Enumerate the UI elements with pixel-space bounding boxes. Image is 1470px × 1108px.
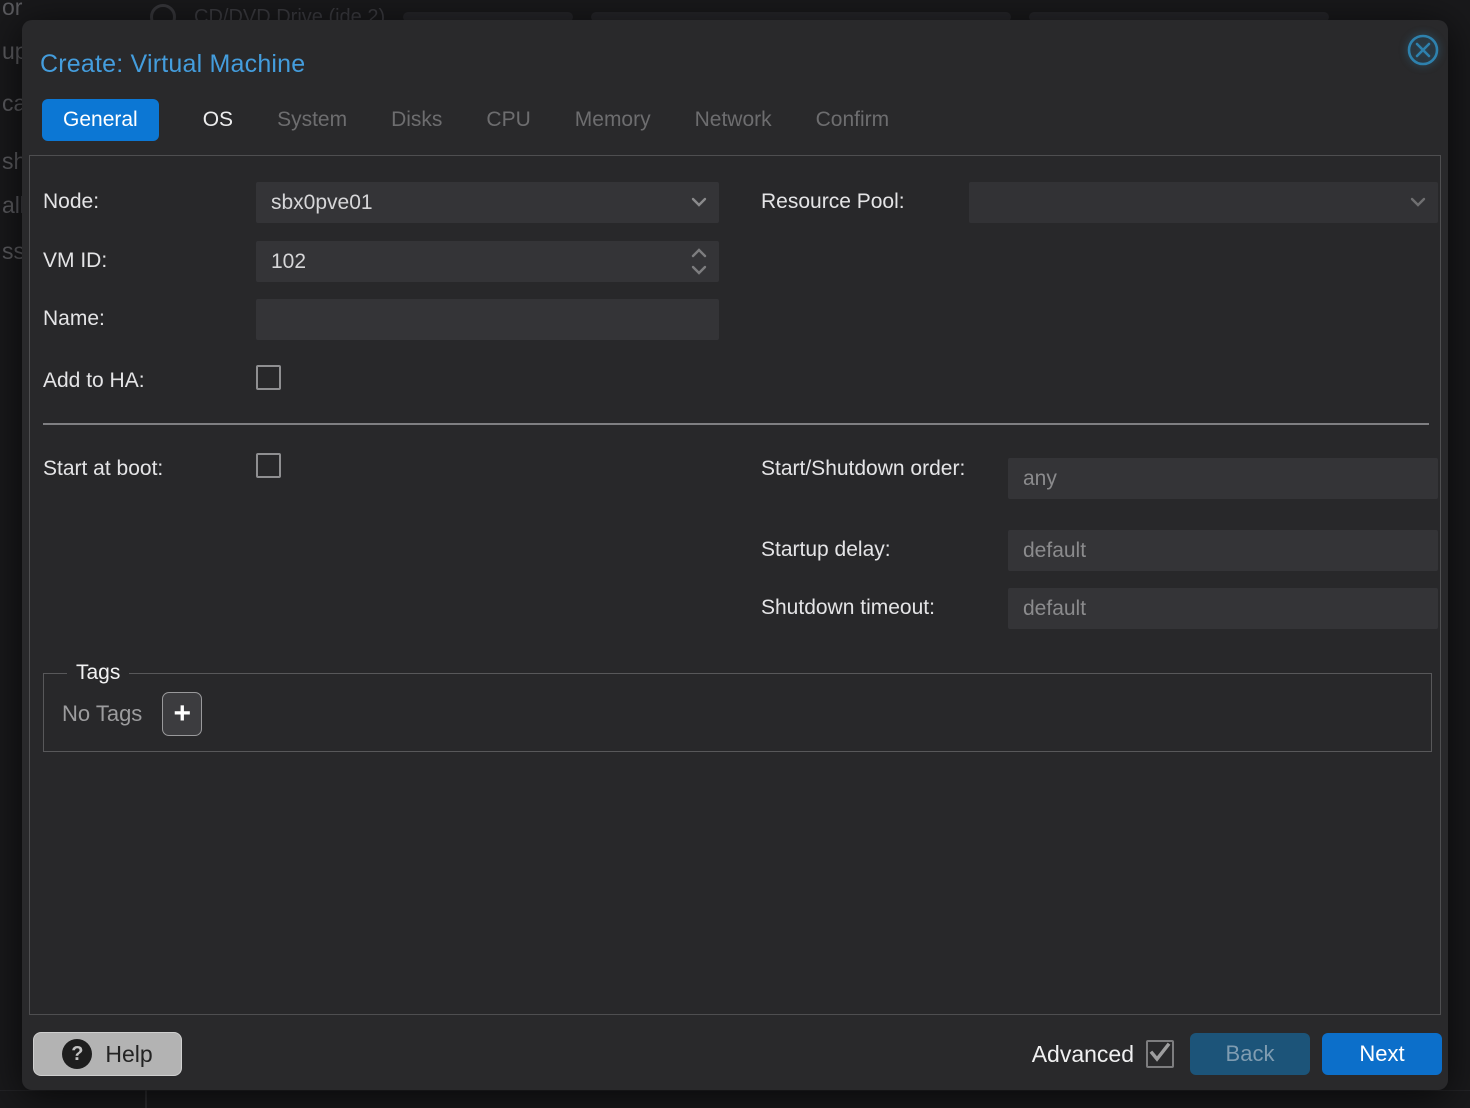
plus-icon: + — [174, 699, 192, 729]
vm-id-input[interactable] — [256, 241, 719, 282]
shutdown-timeout-label: Shutdown timeout: — [761, 596, 935, 620]
name-input[interactable] — [256, 299, 719, 340]
start-at-boot-checkbox[interactable] — [256, 453, 281, 478]
advanced-checkbox[interactable] — [1146, 1040, 1174, 1068]
background-divider — [0, 1090, 1470, 1091]
help-button-label: Help — [105, 1041, 152, 1068]
create-vm-dialog: Create: Virtual Machine General OS Syste… — [22, 20, 1448, 1090]
background-text-fragment: or — [2, 0, 22, 21]
startup-delay-input[interactable] — [1008, 530, 1438, 571]
dialog-title: Create: Virtual Machine — [40, 50, 305, 79]
next-button[interactable]: Next — [1322, 1033, 1442, 1075]
question-circle-icon: ? — [62, 1039, 92, 1069]
start-shutdown-order-input[interactable] — [1008, 458, 1438, 499]
name-label: Name: — [43, 307, 105, 331]
spinner-up-icon[interactable] — [687, 245, 711, 261]
resource-pool-combo[interactable] — [969, 182, 1438, 223]
tab-os[interactable]: OS — [203, 108, 233, 132]
tab-general[interactable]: General — [42, 99, 159, 141]
chevron-down-icon — [689, 193, 709, 216]
node-combo[interactable]: sbx0pve01 — [256, 182, 719, 223]
tab-confirm: Confirm — [816, 108, 890, 132]
tab-system: System — [277, 108, 347, 132]
shutdown-timeout-field — [1008, 588, 1438, 629]
start-shutdown-order-field — [1008, 458, 1438, 499]
general-form-panel: Node: sbx0pve01 Resource Pool: VM ID: — [29, 155, 1441, 1015]
tags-legend: Tags — [67, 661, 129, 685]
start-at-boot-label: Start at boot: — [43, 457, 163, 481]
name-field — [256, 299, 719, 340]
tags-fieldset: Tags No Tags + — [43, 661, 1432, 752]
node-value: sbx0pve01 — [256, 191, 719, 215]
start-shutdown-order-label: Start/Shutdown order: — [761, 452, 966, 485]
spinner-down-icon[interactable] — [687, 262, 711, 278]
startup-delay-field — [1008, 530, 1438, 571]
tab-memory: Memory — [575, 108, 651, 132]
vm-id-spinner — [685, 243, 713, 280]
no-tags-text: No Tags — [62, 701, 142, 727]
back-button[interactable]: Back — [1190, 1033, 1310, 1075]
shutdown-timeout-input[interactable] — [1008, 588, 1438, 629]
vm-id-label: VM ID: — [43, 249, 107, 273]
close-icon[interactable] — [1406, 33, 1440, 67]
tab-cpu: CPU — [486, 108, 530, 132]
advanced-label: Advanced — [1032, 1041, 1134, 1068]
node-label: Node: — [43, 190, 99, 214]
add-to-ha-label: Add to HA: — [43, 369, 145, 393]
tab-disks: Disks — [391, 108, 442, 132]
resource-pool-label: Resource Pool: — [761, 190, 905, 214]
screen: or up ca sh all ss CD/DVD Drive (ide 2) … — [0, 0, 1470, 1108]
tab-network: Network — [695, 108, 772, 132]
add-tag-button[interactable]: + — [162, 692, 202, 736]
vm-id-field — [256, 241, 719, 282]
chevron-down-icon — [1408, 193, 1428, 216]
help-button[interactable]: ? Help — [33, 1032, 182, 1076]
form-separator — [43, 423, 1429, 425]
add-to-ha-checkbox[interactable] — [256, 365, 281, 390]
wizard-tabbar: General OS System Disks CPU Memory Netwo… — [42, 97, 889, 143]
startup-delay-label: Startup delay: — [761, 538, 891, 562]
tags-body: No Tags + — [62, 689, 1413, 739]
footer-actions: Advanced Back Next — [1032, 1032, 1442, 1076]
